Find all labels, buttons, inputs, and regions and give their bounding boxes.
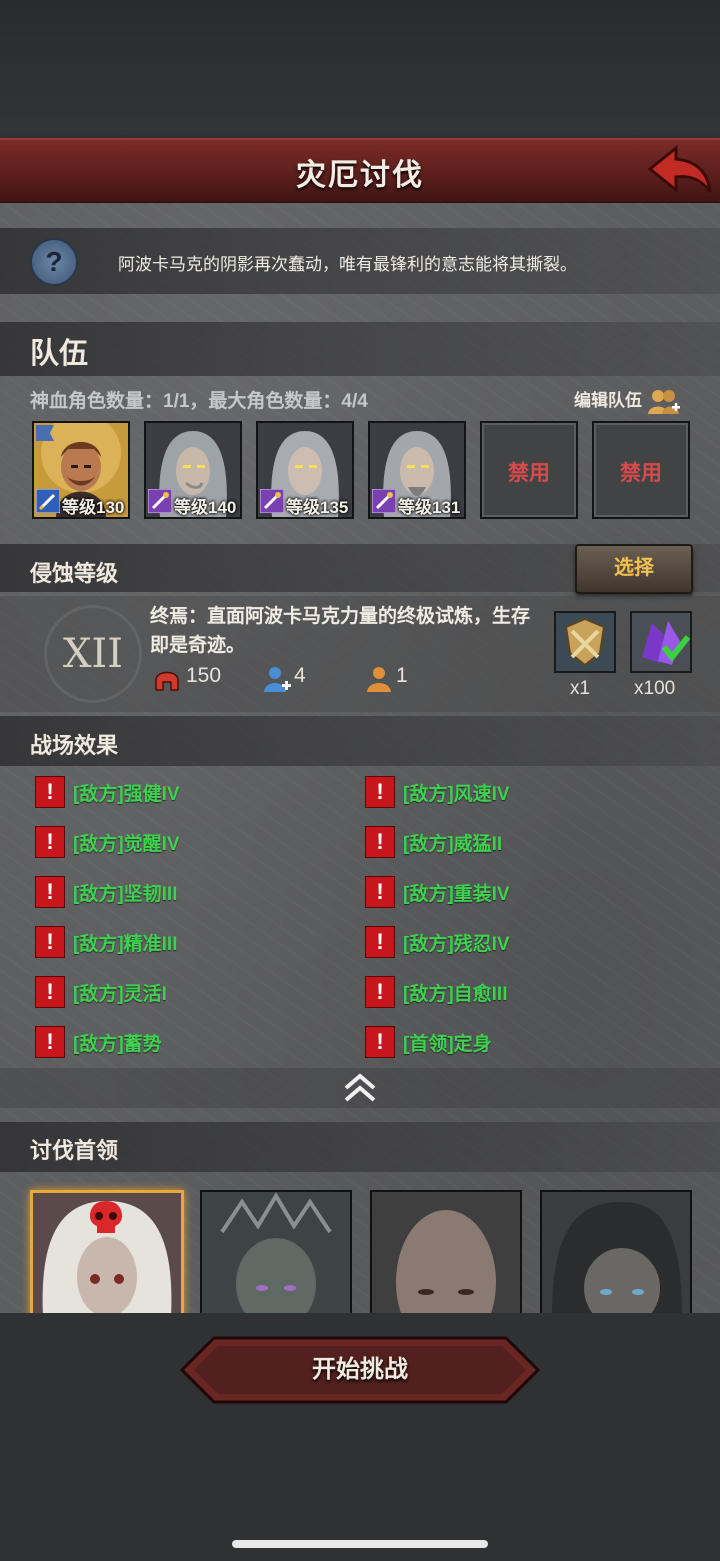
top-dark-area (0, 0, 720, 138)
alert-icon: ! (35, 1026, 65, 1058)
crystal-reward-icon[interactable] (630, 611, 692, 673)
staff-icon (260, 489, 284, 513)
banned-slot: 禁用 (480, 421, 578, 519)
team-add-icon (647, 389, 680, 414)
effect-label: [敌方]坚韧III (73, 884, 178, 905)
effect-label: [敌方]灵活I (73, 984, 167, 1005)
edit-team-label: 编辑队伍 (574, 391, 642, 410)
corrosion-description: 终焉：直面阿波卡马克力量的终极试炼，生存即是奇迹。 (150, 606, 531, 656)
boss-portrait (202, 1192, 350, 1316)
effect-label: [敌方]强健IV (73, 784, 180, 805)
banned-label: 禁用 (508, 462, 550, 485)
team-title: 队伍 (30, 338, 89, 370)
effect-label: [敌方]觉醒IV (73, 834, 180, 855)
team-member-slot[interactable]: 等级140 (144, 421, 242, 519)
alert-icon: ! (35, 776, 65, 808)
battlefield-title: 战场效果 (30, 733, 119, 758)
start-challenge-button[interactable]: 开始挑战 (180, 1336, 540, 1404)
sword-icon (36, 489, 60, 513)
effect-label: [敌方]蓄势 (73, 1034, 162, 1055)
alert-icon: ! (35, 876, 65, 908)
effect-label: [敌方]精准III (73, 934, 178, 955)
alert-icon: ! (365, 926, 395, 958)
page-title: 灾厄讨伐 (296, 159, 424, 192)
reward-count: x1 (570, 678, 591, 699)
corrosion-level-numeral: XII (44, 605, 142, 703)
alert-icon: ! (35, 926, 65, 958)
effect-label: [敌方]风速IV (403, 784, 510, 805)
home-indicator[interactable] (232, 1540, 488, 1548)
alert-icon: ! (365, 776, 395, 808)
alert-icon: ! (35, 976, 65, 1008)
effect-label: [敌方]自愈III (403, 984, 508, 1005)
boss-portrait (542, 1192, 690, 1316)
hero-level: 等级131 (398, 498, 461, 517)
back-arrow-icon[interactable] (646, 142, 714, 196)
select-level-button[interactable]: 选择 (575, 544, 693, 594)
team-member-slot[interactable]: 等级130 (32, 421, 130, 519)
revive-stat: 1 (396, 664, 408, 687)
player-icon (264, 667, 291, 692)
banned-slot: 禁用 (592, 421, 690, 519)
boss-card[interactable] (540, 1190, 692, 1318)
alert-icon: ! (365, 826, 395, 858)
effect-label: [首领]定身 (403, 1034, 492, 1055)
team-counts: 神血角色数量：1/1，最大角色数量：4/4 (30, 391, 368, 412)
team-member-slot[interactable]: 等级135 (256, 421, 354, 519)
team-header-band (0, 322, 720, 376)
alert-icon: ! (365, 1026, 395, 1058)
banned-label: 禁用 (620, 462, 662, 485)
alert-icon: ! (365, 976, 395, 1008)
boss-card[interactable] (200, 1190, 352, 1318)
attack-stat: 150 (186, 664, 222, 687)
boss-portrait (372, 1192, 520, 1316)
collapse-chevron-icon[interactable] (340, 1070, 380, 1106)
effect-label: [敌方]重装IV (403, 884, 510, 905)
help-icon[interactable]: ? (30, 238, 78, 286)
revive-icon (367, 667, 391, 692)
alert-icon: ! (35, 826, 65, 858)
staff-icon (372, 489, 396, 513)
hero-level: 等级130 (62, 498, 125, 517)
effect-label: [敌方]残忍IV (403, 934, 510, 955)
help-text: 阿波卡马克的阴影再次蠢动，唯有最锋利的意志能将其撕裂。 (118, 255, 577, 274)
reward-count: x100 (634, 678, 676, 699)
hero-level: 等级140 (174, 498, 237, 517)
boss-title: 讨伐首领 (30, 1138, 119, 1163)
team-member-slot[interactable]: 等级131 (368, 421, 466, 519)
player-stat: 4 (294, 664, 306, 687)
skull-icon (90, 1201, 122, 1233)
helmet-icon (155, 671, 179, 691)
boss-card[interactable] (370, 1190, 522, 1318)
edit-team-button[interactable]: 编辑队伍 (574, 386, 681, 416)
staff-icon (148, 489, 172, 513)
crest-reward-icon[interactable] (554, 611, 616, 673)
effect-label: [敌方]威猛II (403, 834, 503, 855)
alert-icon: ! (365, 876, 395, 908)
boss-card[interactable] (30, 1190, 184, 1320)
corrosion-title: 侵蚀等级 (30, 561, 119, 586)
hero-level: 等级135 (286, 498, 349, 517)
